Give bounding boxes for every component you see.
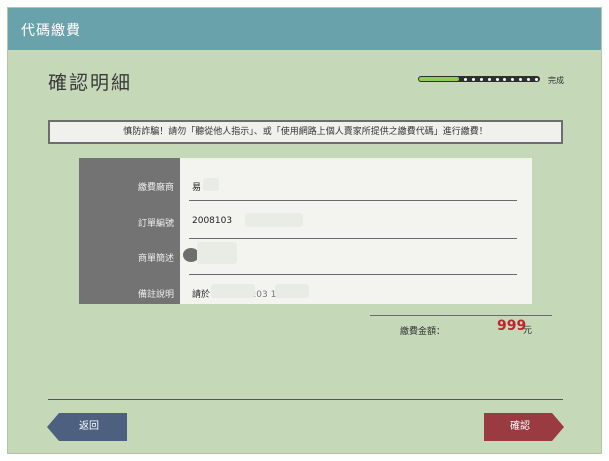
total-divider [370,315,552,316]
progress-indicator: 完成 [418,75,564,85]
redacted-mask [203,178,219,191]
header-title: 代碼繳費 [21,23,81,39]
total-amount: 999 [497,318,527,334]
progress-dots [464,78,538,81]
row-label-vendor: 繳費廠商 [137,183,174,193]
page-frame: 代碼繳費 確認明細 完成 慎防詐騙！請勿「聽從他人指示」、或「使用網路上個人賣家… [7,7,602,454]
total-unit: 元 [523,326,533,336]
progress-fill [419,77,459,81]
row-label-description: 商單簡述 [137,254,174,264]
row-divider [189,238,517,239]
confirm-button[interactable]: 確認 [484,413,564,441]
redacted-mask [197,242,237,264]
row-divider [189,200,517,201]
header-bar: 代碼繳費 [8,8,601,50]
row-value-vendor: 易 [192,183,202,193]
redacted-mask [245,213,303,227]
total-label: 繳費金額： [400,327,446,337]
redacted-mask [211,284,255,298]
redacted-mask [275,284,309,298]
remark-prefix: 請於 [192,290,211,300]
row-label-remark: 備註說明 [137,290,174,300]
back-button[interactable]: 返回 [47,413,127,441]
footer-divider [48,399,563,400]
page-title: 確認明細 [48,72,133,94]
row-value-order-number: 2008103 [192,216,233,226]
progress-label: 完成 [548,76,564,85]
details-label-column: 繳費廠商 訂單編號 商單簡述 備註說明 [79,158,180,304]
details-table: 繳費廠商 訂單編號 商單簡述 備註說明 易 2008103 請於 11:03 1… [79,158,532,304]
row-label-order-number: 訂單編號 [137,219,174,229]
fraud-warning: 慎防詐騙！請勿「聽從他人指示」、或「使用網路上個人賣家所提供之繳費代碼」進行繳費… [48,120,563,144]
row-divider [189,274,517,275]
